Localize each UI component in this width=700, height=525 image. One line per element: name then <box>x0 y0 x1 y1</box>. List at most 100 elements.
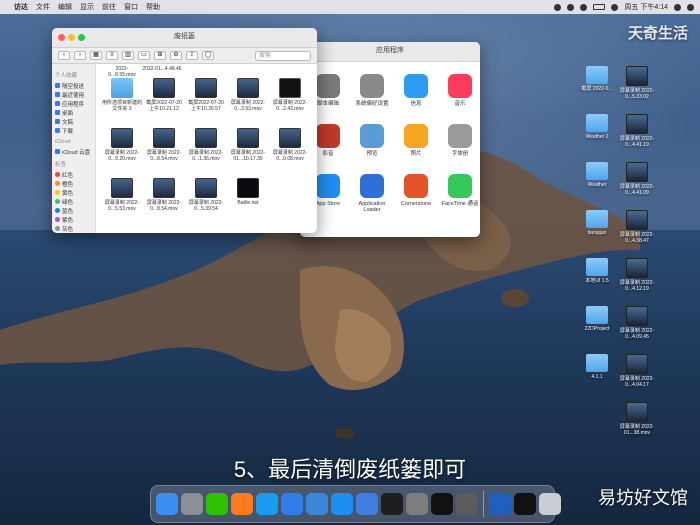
list-view-icon[interactable]: ≡ <box>106 51 118 60</box>
file-item[interactable]: 屏幕录制 2022-01...10.17.39 <box>228 128 268 162</box>
menu-item-edit[interactable]: 编辑 <box>58 2 72 12</box>
sidebar-item-tag[interactable]: 黄色 <box>55 188 92 197</box>
sidebar-item-favorite[interactable]: 最近使用 <box>55 90 92 99</box>
finder-icon[interactable] <box>156 493 178 515</box>
app-item[interactable]: 字体册 <box>438 124 480 157</box>
sidebar-item-tag[interactable]: 绿色 <box>55 197 92 206</box>
sidebar-item-favorite[interactable]: 文稿 <box>55 117 92 126</box>
app-item[interactable]: 信息 <box>394 74 438 107</box>
app-item[interactable]: 照片 <box>394 124 438 157</box>
file-item[interactable]: 屏幕录制 2022-0...8.54.mov <box>144 128 184 162</box>
tag-icon[interactable]: ◯ <box>202 51 214 60</box>
sidebar-item-tag[interactable]: 蓝色 <box>55 206 92 215</box>
desktop-icon[interactable]: 本地UI 1.5 <box>575 258 619 284</box>
notification-center-icon[interactable] <box>687 3 694 11</box>
desktop-icon[interactable]: Weather <box>575 162 619 188</box>
file-item[interactable]: 屏幕录制 2022-0...8.54.mov <box>144 178 184 212</box>
bluetooth-icon[interactable] <box>567 3 575 11</box>
trash-titlebar[interactable]: 废纸篓 <box>52 28 317 48</box>
file-item[interactable]: Battle.net <box>228 178 268 206</box>
sidebar-item-favorite[interactable]: 隔空投送 <box>55 81 92 90</box>
sidebar-item-tag[interactable]: 红色 <box>55 170 92 179</box>
file-item[interactable]: 2022-01...4.48.46 <box>142 66 182 72</box>
sidebar-item-icloud[interactable]: iCloud 云盘 <box>55 147 92 156</box>
file-item[interactable]: 2022-0...8.55.mov <box>102 66 142 78</box>
menubar-clock[interactable]: 周五 下午4:14 <box>624 2 668 12</box>
icon-view-icon[interactable]: ▦ <box>90 51 102 60</box>
app-item[interactable]: 预览 <box>350 124 394 157</box>
sidebar-item-favorite[interactable]: 下载 <box>55 126 92 135</box>
app-item[interactable]: 音乐 <box>438 74 480 107</box>
desktop-icon[interactable]: 屏幕录制 2022-0...4.04.17 <box>615 354 659 388</box>
app-item[interactable]: Application Loader <box>350 174 394 213</box>
file-item[interactable]: 屏幕录制 2022-0...2.43.mov <box>270 78 310 112</box>
share-icon[interactable]: ⇪ <box>186 51 198 60</box>
menu-item-window[interactable]: 窗口 <box>124 2 138 12</box>
file-item[interactable]: 屏幕录制 2022-0...1.36.mov <box>186 128 226 162</box>
trash-icon[interactable] <box>539 493 561 515</box>
desktop-icon[interactable]: 屏幕录制 2022-0...5.33.02 <box>615 66 659 100</box>
sidebar-item-tag[interactable]: 橙色 <box>55 179 92 188</box>
desktop-icon[interactable]: Weather 2 <box>575 114 619 140</box>
search-input[interactable]: 搜索 <box>255 50 311 61</box>
desktop-icon[interactable]: 22DProject <box>575 306 619 332</box>
desktop-icon[interactable]: 屏幕录制 2022-0...4.09.45 <box>615 306 659 340</box>
automator-icon[interactable] <box>456 493 478 515</box>
close-window-button[interactable] <box>58 34 65 41</box>
status-app-icon[interactable] <box>554 3 562 11</box>
firefox-icon[interactable] <box>231 493 253 515</box>
back-icon[interactable]: ‹ <box>58 51 70 60</box>
file-item[interactable]: 截屏2022-07-20 上午10.21.12 <box>144 78 184 112</box>
file-item[interactable]: 屏幕录制 2022-0...3.53.mov <box>228 78 268 112</box>
gallery-view-icon[interactable]: ▭ <box>138 51 150 60</box>
desktop-icon[interactable]: 屏幕录制 2022-0...4.41.09 <box>615 162 659 196</box>
battery-icon[interactable] <box>593 4 606 10</box>
minimize-window-button[interactable] <box>68 34 75 41</box>
column-view-icon[interactable]: ▥ <box>122 51 134 60</box>
transfer-icon[interactable] <box>356 493 378 515</box>
launchpad-icon[interactable] <box>181 493 203 515</box>
file-item[interactable]: 用所选项目新建的文件夹 3 <box>102 78 142 112</box>
system-prefs-icon[interactable] <box>406 493 428 515</box>
quicktime-icon[interactable] <box>489 493 511 515</box>
file-item[interactable]: 屏幕录制 2022-0...5.53.mov <box>102 178 142 212</box>
menu-item-file[interactable]: 文件 <box>36 2 50 12</box>
desktop-icon[interactable]: tianqijun <box>575 210 619 236</box>
terminal-icon[interactable] <box>381 493 403 515</box>
gear-icon[interactable]: ⚙ <box>170 51 182 60</box>
qq-icon[interactable] <box>431 493 453 515</box>
sidebar-item-tag[interactable]: 灰色 <box>55 224 92 233</box>
xcode-icon[interactable] <box>281 493 303 515</box>
desktop-icon[interactable]: 屏幕录制 2022-0...4.38.47 <box>615 210 659 244</box>
applications-titlebar[interactable]: 应用程序 <box>300 42 480 62</box>
safari-icon[interactable] <box>256 493 278 515</box>
spotlight-icon[interactable] <box>674 3 681 11</box>
file-item[interactable]: 截屏2022-07-20 上午10.26.57 <box>186 78 226 112</box>
zoom-window-button[interactable] <box>78 34 85 41</box>
app-item[interactable]: Cornerstone <box>394 174 438 207</box>
sidebar-item-tag[interactable]: 紫色 <box>55 215 92 224</box>
desktop-icon[interactable]: 屏幕录制 2022-0...4.12.19 <box>615 258 659 292</box>
wechat-icon[interactable] <box>206 493 228 515</box>
sidebar-item-favorite[interactable]: 桌面 <box>55 108 92 117</box>
desktop-icon[interactable]: 截屏 2022-0... <box>575 66 619 92</box>
menu-item-go[interactable]: 前往 <box>102 2 116 12</box>
desktop-icon[interactable]: 屏幕录制 2022-01...38.mov <box>615 402 659 436</box>
forward-icon[interactable]: › <box>74 51 86 60</box>
qq-2-icon[interactable] <box>514 493 536 515</box>
app-item[interactable]: 系统偏好设置 <box>350 74 394 107</box>
wifi-icon[interactable] <box>580 3 588 11</box>
input-method-icon[interactable] <box>611 3 619 11</box>
file-item[interactable]: 屏幕录制 2022-0...0.08.mov <box>270 128 310 162</box>
app-item[interactable]: FaceTime 通话 <box>438 174 480 207</box>
desktop-icon[interactable]: 4.1.1 <box>575 354 619 380</box>
app-store-icon[interactable] <box>331 493 353 515</box>
desktop-icon[interactable]: 屏幕录制 2022-0...4.41.19 <box>615 114 659 148</box>
xcode-instruments-icon[interactable] <box>306 493 328 515</box>
file-item[interactable]: 屏幕录制 2022-0...5.39.54 <box>186 178 226 212</box>
sidebar-item-favorite[interactable]: 应用程序 <box>55 99 92 108</box>
menu-item-help[interactable]: 帮助 <box>146 2 160 12</box>
file-item[interactable]: 屏幕录制 2022-0...9.20.mov <box>102 128 142 162</box>
menu-item-finder[interactable]: 访达 <box>14 2 28 12</box>
menu-item-view[interactable]: 显示 <box>80 2 94 12</box>
